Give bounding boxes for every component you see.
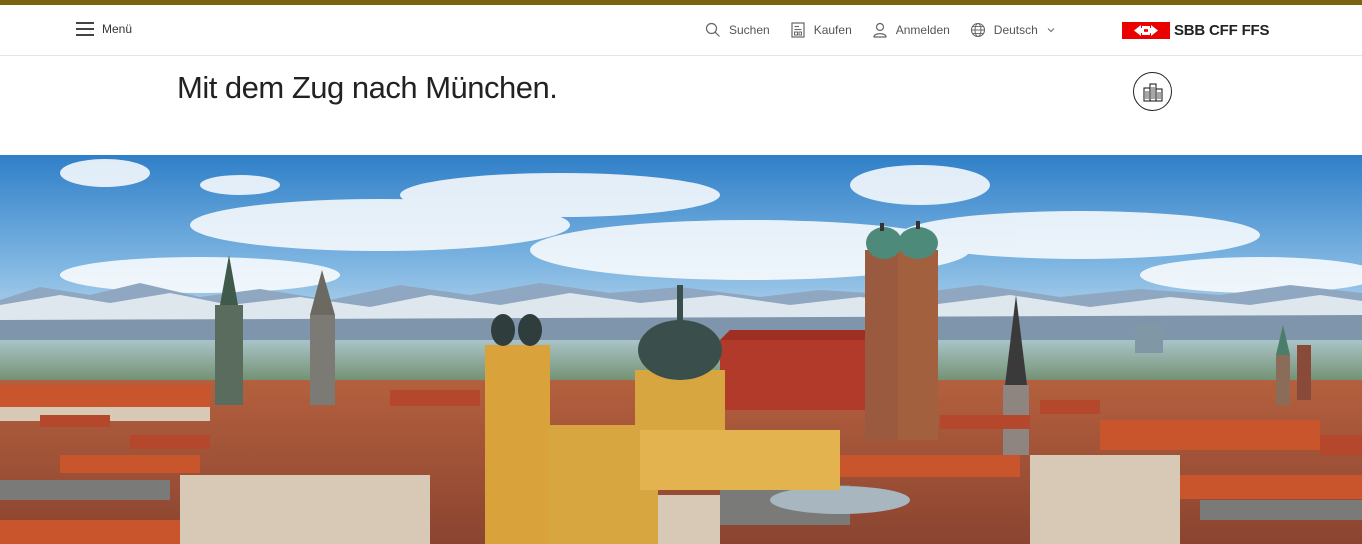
buy-label: Kaufen [813,23,852,37]
language-select[interactable]: Deutsch [970,22,1056,38]
login-label: Anmelden [895,23,950,37]
user-icon [873,22,887,38]
buy-link[interactable]: Kaufen [790,22,852,38]
hero-image-munich-skyline [0,155,1362,544]
page-title: Mit dem Zug nach München. [177,70,558,105]
sbb-logo[interactable]: SBB CFF FFS [1122,22,1269,39]
login-link[interactable]: Anmelden [872,22,950,38]
menu-label: Menü [102,22,133,36]
site-header: Menü Suchen Kaufen Anmelden Deutsch SBB … [0,5,1362,56]
search-label: Suchen [729,23,770,37]
sbb-logo-text: SBB CFF FFS [1174,22,1270,39]
search-icon [705,22,720,37]
city-buildings-icon [1142,82,1163,102]
search-link[interactable]: Suchen [705,22,770,38]
city-badge [1133,72,1172,111]
chevron-down-icon [1047,28,1055,33]
globe-icon [970,22,985,38]
hamburger-icon [76,22,94,36]
language-label: Deutsch [993,23,1038,37]
header-nav: Suchen Kaufen Anmelden Deutsch [705,22,1076,38]
menu-button[interactable]: Menü [76,22,132,36]
ticket-icon [791,22,805,38]
sbb-logo-mark-icon [1122,22,1170,39]
